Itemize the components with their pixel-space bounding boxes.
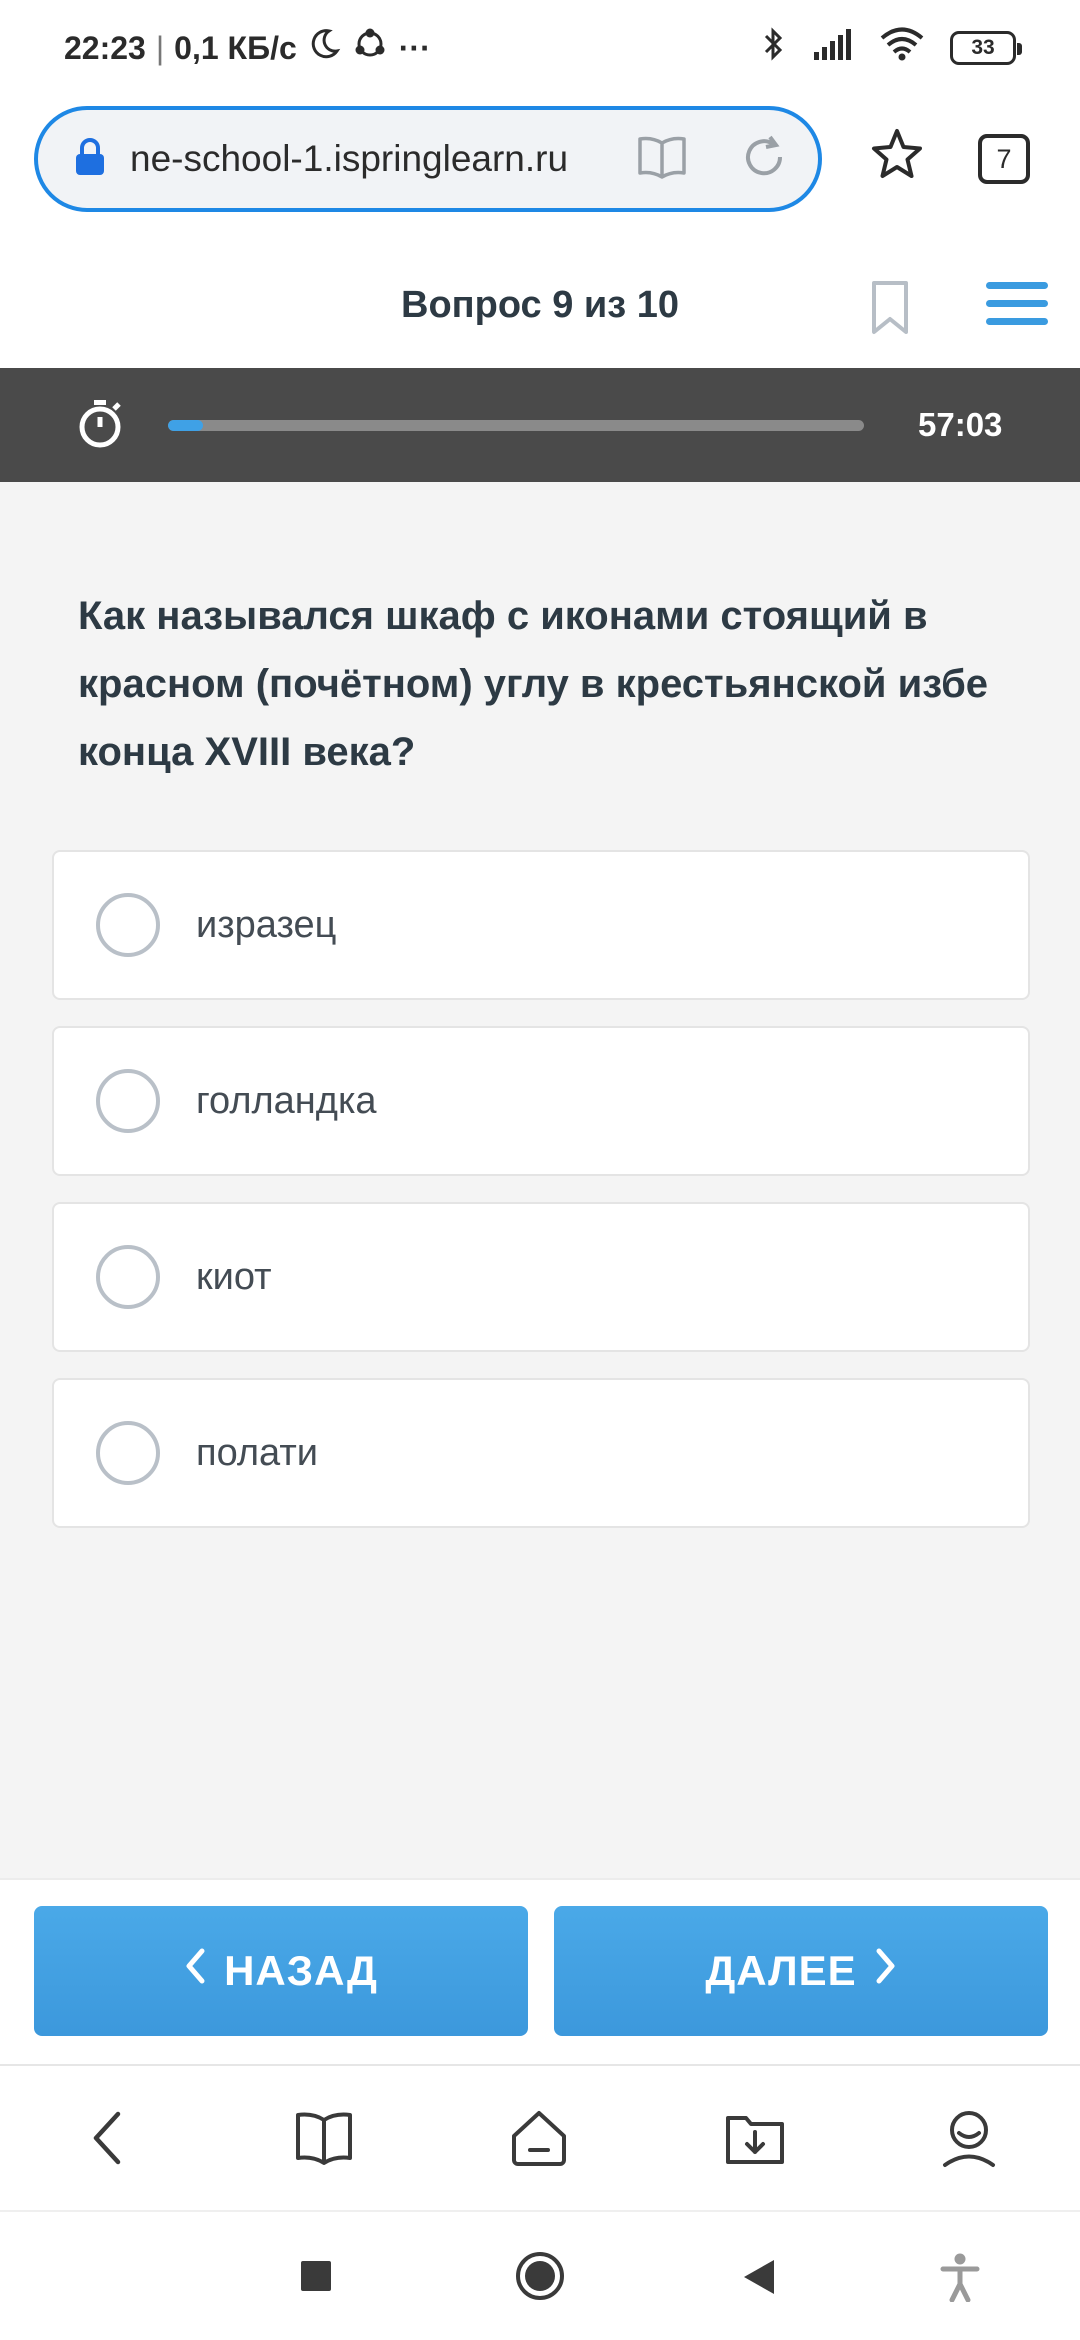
progress-track (168, 420, 864, 431)
wifi-icon (880, 27, 924, 69)
url-text[interactable]: ne-school-1.ispringlearn.ru (130, 138, 600, 180)
answer-option[interactable]: полати (52, 1378, 1030, 1528)
more-dots: ··· (398, 29, 431, 66)
sync-icon (351, 27, 389, 69)
battery-icon: 33 (950, 31, 1022, 65)
answer-option[interactable]: киот (52, 1202, 1030, 1352)
reload-icon[interactable] (740, 133, 788, 186)
option-label: полати (196, 1431, 318, 1474)
status-separator: | (155, 29, 165, 66)
reader-icon[interactable] (636, 135, 688, 184)
question-text: Как назывался шкаф с иконами стоящий в к… (78, 594, 989, 774)
browser-bar: ne-school-1.ispringlearn.ru 7 (0, 96, 1080, 226)
status-left: 22:23 | 0,1 КБ/с ··· (64, 27, 431, 69)
address-bar[interactable]: ne-school-1.ispringlearn.ru (34, 106, 822, 212)
tabs-icon[interactable]: 7 (978, 134, 1030, 184)
recents-square-icon[interactable] (300, 2260, 332, 2297)
content-area: Как назывался шкаф с иконами стоящий в к… (0, 482, 1080, 1878)
answer-option[interactable]: голландка (52, 1026, 1030, 1176)
browser-toolbar (0, 2064, 1080, 2210)
star-icon[interactable] (868, 126, 926, 189)
next-label: ДАЛЕЕ (705, 1947, 857, 1994)
accessibility-icon[interactable] (940, 2252, 980, 2307)
answer-options: изразец голландка киот полати (52, 850, 1030, 1554)
timer-text: 57:03 (918, 406, 1003, 443)
bluetooth-icon (762, 26, 786, 70)
page: 22:23 | 0,1 КБ/с ··· 33 ne-school-1.ispr… (0, 0, 1080, 2340)
moon-icon (307, 27, 341, 69)
menu-icon[interactable] (986, 282, 1048, 336)
timer-bar: 57:03 (0, 368, 1080, 482)
downloads-icon[interactable] (724, 2108, 786, 2173)
system-navigation (0, 2210, 1080, 2340)
home-circle-icon[interactable] (514, 2250, 566, 2307)
status-time: 22:23 (64, 29, 146, 66)
status-bar: 22:23 | 0,1 КБ/с ··· 33 (0, 0, 1080, 96)
back-triangle-icon[interactable] (742, 2258, 776, 2301)
option-label: изразец (196, 903, 337, 946)
home-icon[interactable] (508, 2108, 570, 2173)
quiz-navigation: НАЗАД ДАЛЕЕ (0, 1878, 1080, 2064)
radio-icon[interactable] (96, 1421, 160, 1485)
signal-icon (812, 28, 854, 68)
next-button[interactable]: ДАЛЕЕ (554, 1906, 1048, 2036)
url-actions (636, 133, 788, 186)
bookmarks-book-icon[interactable] (294, 2108, 354, 2173)
chevron-left-icon (184, 1947, 206, 1995)
chevron-right-icon (875, 1947, 897, 1995)
answer-option[interactable]: изразец (52, 850, 1030, 1000)
back-label: НАЗАД (224, 1947, 378, 1994)
radio-icon[interactable] (96, 1069, 160, 1133)
status-right: 33 (762, 26, 1022, 70)
back-arrow-icon[interactable] (88, 2108, 128, 2173)
radio-icon[interactable] (96, 1245, 160, 1309)
bookmark-icon[interactable] (870, 280, 910, 341)
lock-icon (74, 137, 106, 181)
back-button[interactable]: НАЗАД (34, 1906, 528, 2036)
option-label: голландка (196, 1079, 377, 1122)
profile-icon[interactable] (940, 2108, 998, 2173)
progress-fill (168, 420, 203, 431)
option-label: киот (196, 1255, 272, 1298)
stopwatch-icon (78, 398, 126, 455)
radio-icon[interactable] (96, 893, 160, 957)
network-speed: 0,1 КБ/с (174, 29, 297, 66)
quiz-header: Вопрос 9 из 10 (0, 226, 1080, 368)
question-counter: Вопрос 9 из 10 (401, 284, 679, 326)
